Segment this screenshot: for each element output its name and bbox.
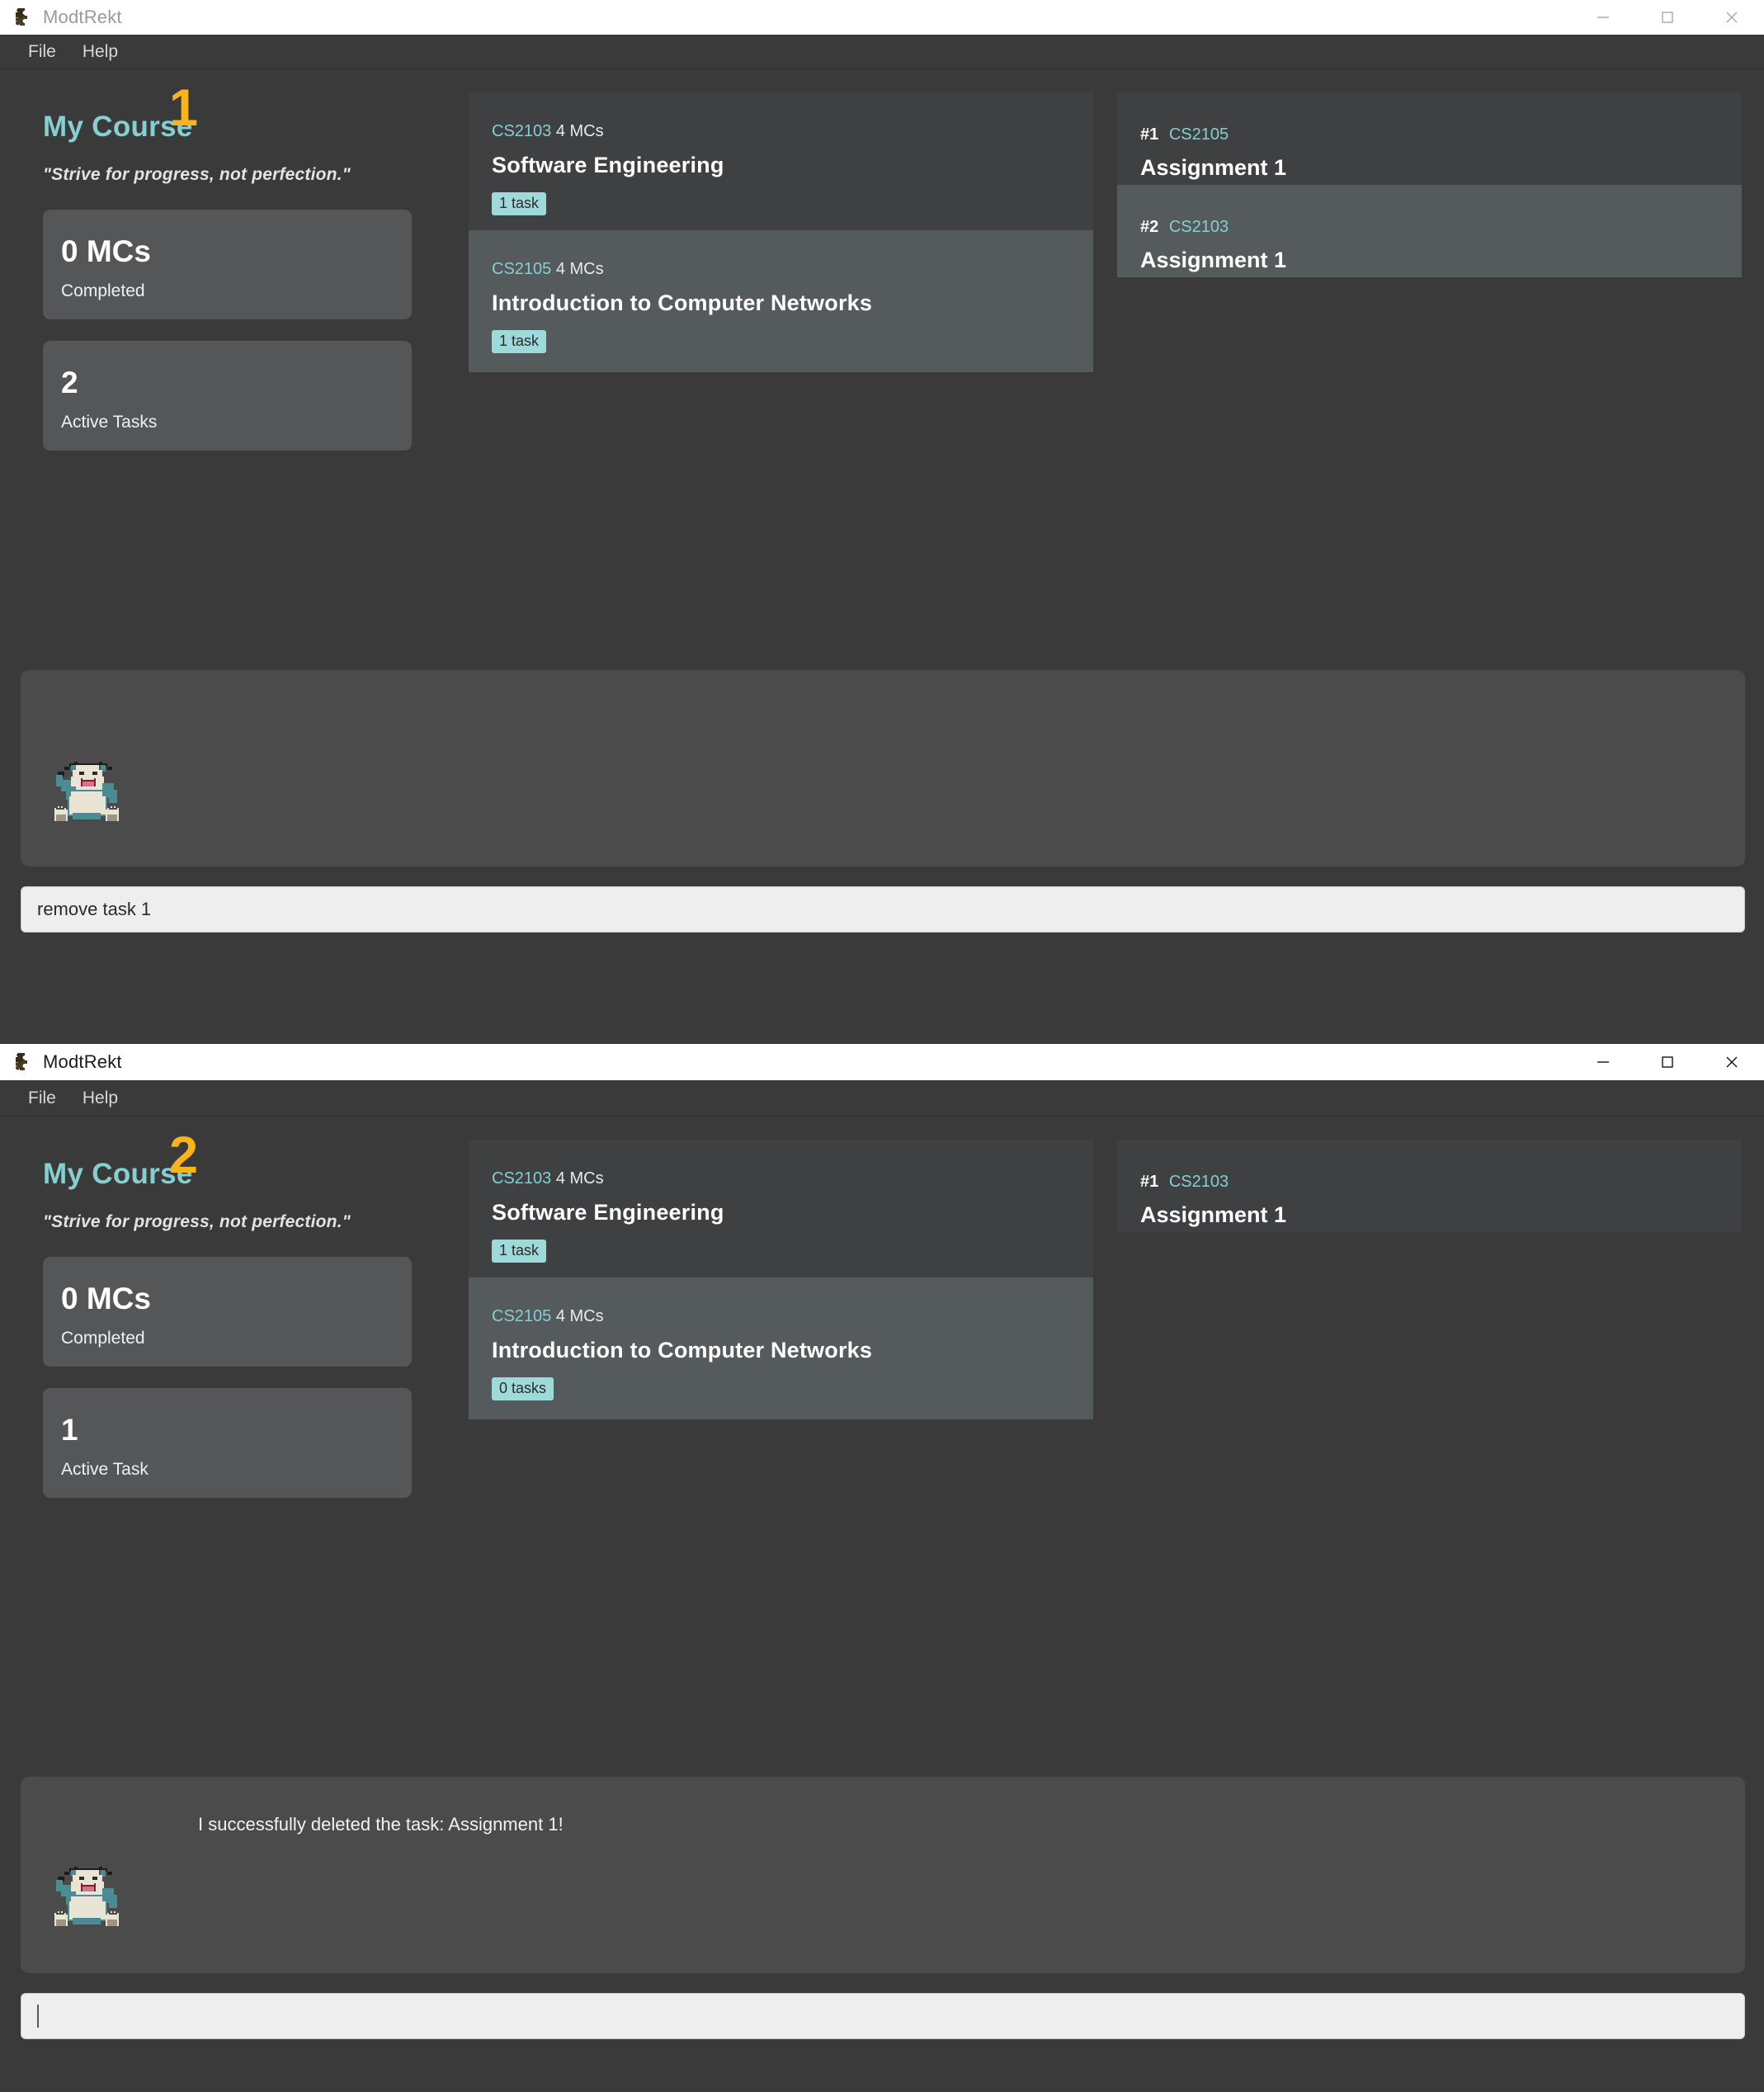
chat-panel — [21, 670, 1745, 867]
chat-message — [21, 670, 1745, 707]
course-card[interactable]: CS2105 4 MCs Introduction to Computer Ne… — [469, 1277, 1093, 1419]
window-controls — [1571, 1044, 1764, 1080]
stat-card-completed: 0 MCs Completed — [43, 210, 412, 319]
stat-card-completed: 0 MCs Completed — [43, 1257, 412, 1367]
task-meta: #1 CS2105 — [1140, 125, 1742, 144]
close-button[interactable] — [1700, 1044, 1764, 1080]
chat-message: I successfully deleted the task: Assignm… — [198, 1814, 564, 1835]
course-mcs: 4 MCs — [555, 122, 604, 140]
menu-item-file[interactable]: File — [15, 1085, 69, 1112]
course-code: CS2103 — [492, 1169, 552, 1188]
task-name: Assignment 1 — [1140, 1202, 1287, 1227]
chat-input-value: remove task 1 — [37, 899, 152, 919]
menu-item-file[interactable]: File — [15, 39, 69, 65]
course-list: CS2103 4 MCs Software Engineering 1 task… — [469, 1117, 1117, 1498]
task-rank: #2 — [1140, 218, 1159, 236]
menu-bar: File Help — [0, 35, 1764, 69]
puzzle-piece-icon — [12, 1051, 33, 1073]
task-rank: #1 — [1140, 1173, 1159, 1191]
course-card[interactable]: CS2103 4 MCs Software Engineering 1 task — [469, 1140, 1093, 1277]
stat-value: 2 — [61, 366, 78, 399]
task-count-badge: 1 task — [492, 1240, 547, 1263]
course-card[interactable]: CS2103 4 MCs Software Engineering 1 task — [469, 92, 1093, 230]
step-annotation-1: 1 — [169, 79, 199, 137]
chat-input[interactable]: remove task 1 — [21, 886, 1745, 933]
course-meta: CS2103 4 MCs — [492, 122, 1093, 141]
course-meta: CS2105 4 MCs — [492, 1307, 1093, 1326]
task-name: Assignment 1 — [1140, 155, 1287, 180]
menu-bar: File Help — [0, 1080, 1764, 1117]
task-course-code: CS2105 — [1168, 125, 1229, 144]
window-controls — [1571, 0, 1764, 35]
task-count-badge: 1 task — [492, 330, 547, 353]
motivational-quote: "Strive for progress, not perfection." — [43, 165, 351, 184]
window-title: ModtRekt — [43, 7, 122, 27]
maximize-button[interactable] — [1635, 0, 1700, 35]
course-name: Software Engineering — [492, 1200, 724, 1225]
course-mcs: 4 MCs — [555, 1307, 604, 1325]
course-meta: CS2103 4 MCs — [492, 1169, 1093, 1188]
content-columns: 1 My Course "Strive for progress, not pe… — [0, 69, 1764, 451]
snorlax-sprite — [50, 757, 125, 833]
task-card[interactable]: #2 CS2103 Assignment 1 — [1117, 185, 1742, 277]
task-name: Assignment 1 — [1140, 248, 1287, 272]
stat-label: Completed — [61, 1329, 145, 1348]
course-list: CS2103 4 MCs Software Engineering 1 task… — [469, 69, 1117, 451]
course-name: Introduction to Computer Networks — [492, 290, 873, 315]
menu-item-help[interactable]: Help — [69, 1085, 131, 1112]
task-card[interactable]: #1 CS2103 Assignment 1 — [1117, 1140, 1742, 1232]
task-card[interactable]: #1 CS2105 Assignment 1 — [1117, 92, 1742, 185]
motivational-quote: "Strive for progress, not perfection." — [43, 1212, 351, 1231]
step-annotation-2: 2 — [169, 1126, 199, 1184]
minimize-button[interactable] — [1571, 0, 1635, 35]
window-body: 1 My Course "Strive for progress, not pe… — [0, 69, 1764, 1044]
chat-input[interactable] — [21, 1993, 1745, 2039]
puzzle-piece-icon — [12, 7, 33, 28]
course-mcs: 4 MCs — [555, 1169, 604, 1188]
title-bar[interactable]: ModtRekt — [0, 1044, 1764, 1080]
stat-label: Completed — [61, 281, 145, 300]
close-button[interactable] — [1700, 0, 1764, 35]
maximize-button[interactable] — [1635, 1044, 1700, 1080]
task-list: #1 CS2103 Assignment 1 — [1117, 1117, 1764, 1498]
chat-panel: I successfully deleted the task: Assignm… — [21, 1777, 1745, 1973]
course-name: Software Engineering — [492, 153, 724, 177]
course-code: CS2105 — [492, 1307, 552, 1325]
snorlax-sprite — [50, 1862, 125, 1939]
content-columns: 2 My Course "Strive for progress, not pe… — [0, 1117, 1764, 1498]
app-window-1: ModtRekt File Help 1 My Course "Strive f… — [0, 0, 1764, 1044]
task-list: #1 CS2105 Assignment 1 #2 CS2103 Assignm… — [1117, 69, 1764, 451]
task-count-badge: 1 task — [492, 192, 547, 215]
course-code: CS2105 — [492, 260, 552, 278]
stat-value: 0 MCs — [61, 234, 151, 268]
menu-item-help[interactable]: Help — [69, 39, 131, 65]
page-title: My Course — [43, 111, 193, 143]
stat-card-active-tasks: 2 Active Tasks — [43, 341, 412, 451]
course-card[interactable]: CS2105 4 MCs Introduction to Computer Ne… — [469, 230, 1093, 372]
task-course-code: CS2103 — [1168, 1173, 1229, 1191]
task-meta: #1 CS2103 — [1140, 1173, 1742, 1192]
course-meta: CS2105 4 MCs — [492, 260, 1093, 279]
window-body: 2 My Course "Strive for progress, not pe… — [0, 1117, 1764, 2092]
task-meta: #2 CS2103 — [1140, 218, 1742, 237]
text-caret — [37, 2005, 39, 2028]
minimize-button[interactable] — [1571, 1044, 1635, 1080]
task-count-badge: 0 tasks — [492, 1377, 554, 1400]
stat-card-active-tasks: 1 Active Task — [43, 1388, 412, 1498]
stat-value: 0 MCs — [61, 1282, 151, 1315]
window-title: ModtRekt — [43, 1051, 122, 1072]
sidebar: 1 My Course "Strive for progress, not pe… — [0, 69, 469, 451]
sidebar: 2 My Course "Strive for progress, not pe… — [0, 1117, 469, 1498]
page-title: My Course — [43, 1158, 193, 1190]
stat-value: 1 — [61, 1413, 78, 1447]
course-name: Introduction to Computer Networks — [492, 1338, 873, 1362]
title-bar[interactable]: ModtRekt — [0, 0, 1764, 35]
app-window-2: ModtRekt File Help 2 My Course "Strive f… — [0, 1044, 1764, 2089]
stat-label: Active Task — [61, 1460, 149, 1479]
course-code: CS2103 — [492, 122, 552, 140]
task-course-code: CS2103 — [1168, 218, 1229, 236]
task-rank: #1 — [1140, 125, 1159, 144]
stat-label: Active Tasks — [61, 413, 158, 432]
course-mcs: 4 MCs — [555, 260, 604, 278]
